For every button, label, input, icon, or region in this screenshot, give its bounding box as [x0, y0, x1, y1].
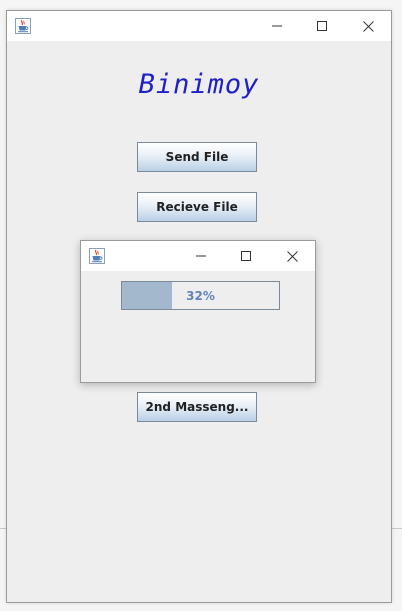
- dialog-minimize-button[interactable]: [178, 241, 224, 271]
- close-icon: [286, 250, 298, 262]
- progress-percentage-text: 32%: [186, 288, 215, 303]
- java-coffee-cup-icon: [89, 248, 105, 264]
- app-title: Binimoy: [138, 69, 260, 100]
- close-icon: [362, 20, 374, 32]
- dialog-maximize-button[interactable]: [223, 241, 269, 271]
- file-transfer-progress-bar: 32%: [121, 281, 280, 310]
- maximize-icon: [241, 251, 251, 261]
- send-file-button[interactable]: Send File: [137, 142, 257, 172]
- java-coffee-cup-icon: [15, 18, 31, 34]
- receive-file-button[interactable]: Recieve File: [137, 192, 257, 222]
- minimize-icon: [196, 251, 206, 261]
- second-messenger-button[interactable]: 2nd Masseng...: [137, 392, 257, 422]
- progress-dialog: 32%: [80, 240, 316, 383]
- maximize-icon: [317, 21, 327, 31]
- minimize-icon: [272, 21, 282, 31]
- close-button[interactable]: [345, 11, 391, 41]
- progress-dialog-titlebar[interactable]: [81, 241, 315, 271]
- minimize-button[interactable]: [254, 11, 300, 41]
- maximize-button[interactable]: [299, 11, 345, 41]
- main-window-titlebar[interactable]: [7, 11, 391, 41]
- dialog-close-button[interactable]: [269, 241, 315, 271]
